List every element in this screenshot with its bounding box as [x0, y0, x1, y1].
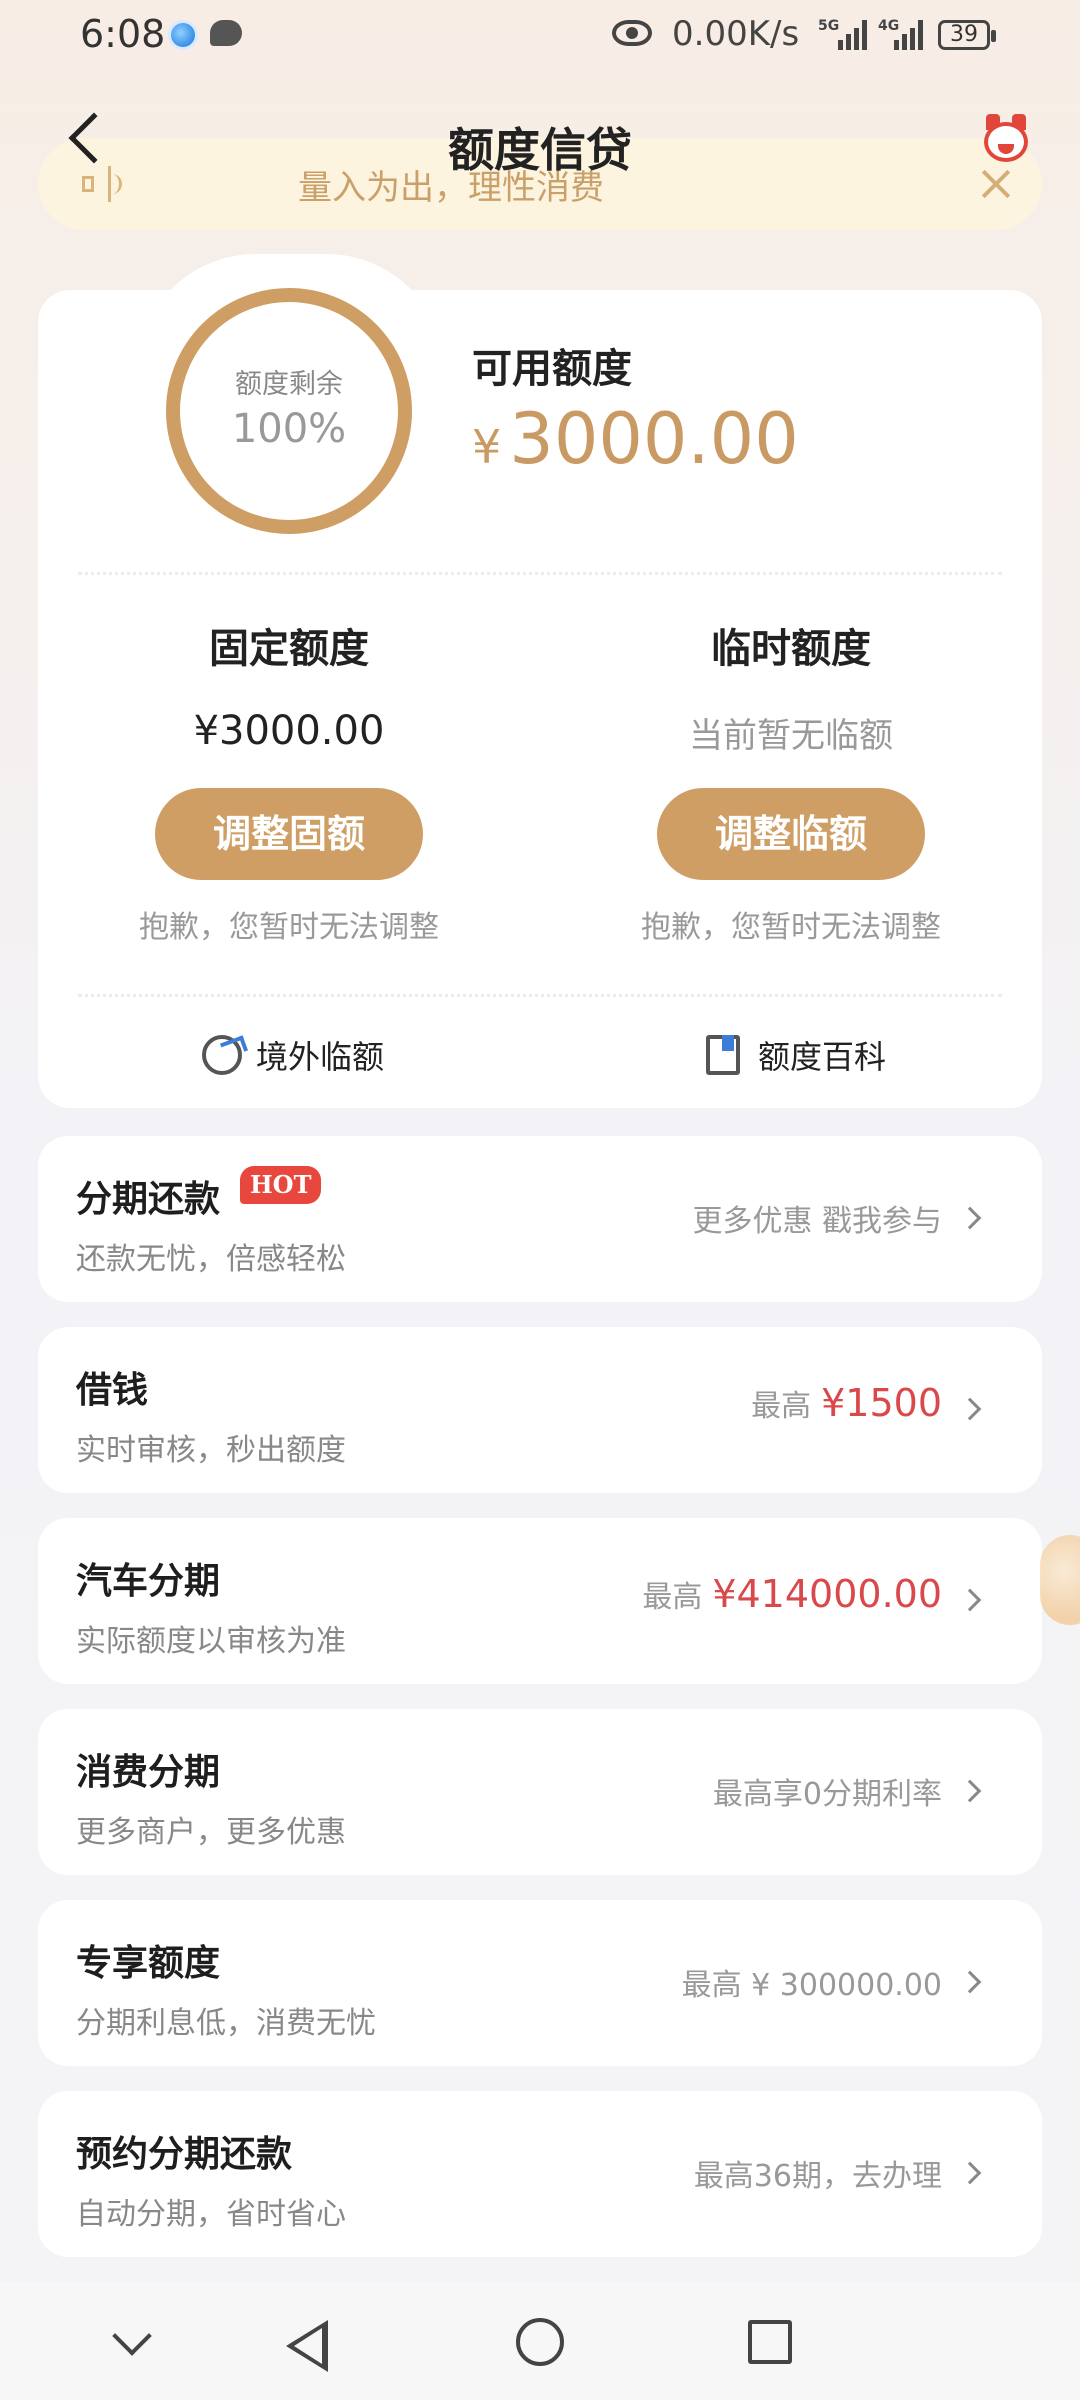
item-title: 预约分期还款 [76, 2134, 293, 2175]
book-icon [706, 1035, 740, 1075]
item-subtitle: 实时审核，秒出额度 [76, 1433, 346, 1468]
item-title: 汽车分期 [76, 1561, 221, 1602]
collapse-icon[interactable] [112, 2316, 152, 2356]
item-subtitle: 更多商户，更多优惠 [76, 1815, 346, 1850]
header: 额度信贷 [0, 100, 1080, 190]
adjust-temp-button[interactable]: 调整临额 [657, 788, 925, 880]
overseas-limit-label: 境外临额 [256, 1038, 385, 1076]
overseas-limit-link[interactable]: 境外临额 [202, 1030, 384, 1080]
chevron-right-icon [958, 2161, 982, 2185]
list-item-scheduled-installment[interactable]: 预约分期还款 自动分期，省时省心 最高36期，去办理 [38, 2091, 1042, 2257]
message-icon [210, 20, 242, 46]
temp-limit-value: 当前暂无临额 [689, 716, 893, 756]
list-item-exclusive-limit[interactable]: 专享额度 分期利息低，消费无忧 最高 ¥ 300000.00 [38, 1900, 1042, 2066]
item-promo: 更多优惠 戳我参与 [692, 1204, 942, 1239]
chevron-right-icon [958, 1970, 982, 1994]
battery-icon: 39 [938, 20, 996, 50]
credit-card: 额度剩余 100% 可用额度 ¥3000.00 固定额度 ¥3000.00 调整… [38, 288, 1042, 1108]
available-label: 可用额度 [472, 346, 632, 392]
item-promo: 最高 ¥414000.00 [642, 1572, 942, 1616]
list-item-car-loan[interactable]: 汽车分期 实际额度以审核为准 最高 ¥414000.00 [38, 1518, 1042, 1684]
hot-badge: HOT [240, 1166, 322, 1204]
signal-icon-2 [890, 18, 926, 50]
divider [78, 994, 1002, 997]
eye-icon [612, 20, 652, 46]
available-amount: ¥3000.00 [472, 398, 799, 480]
coin-decoration [1040, 1535, 1080, 1625]
item-title: 消费分期 [76, 1752, 221, 1793]
fixed-limit-note: 抱歉，您暂时无法调整 [139, 910, 439, 945]
divider [78, 572, 1002, 575]
item-title: 分期还款 [76, 1179, 221, 1220]
fixed-limit-value: ¥3000.00 [193, 708, 385, 754]
signal-icon [834, 18, 870, 50]
system-nav-bar [0, 2282, 1080, 2400]
mascot-icon[interactable] [978, 114, 1034, 164]
list-item-installment-repay[interactable]: 分期还款 HOT 还款无忧，倍感轻松 更多优惠 戳我参与 [38, 1136, 1042, 1302]
item-promo-prefix: 最高 [642, 1580, 703, 1615]
status-time: 6:08 [80, 12, 166, 56]
page-title: 额度信贷 [448, 123, 632, 177]
nav-back-icon[interactable] [286, 2320, 328, 2372]
temp-limit-title: 临时额度 [711, 626, 871, 672]
temp-limit-note: 抱歉，您暂时无法调整 [641, 910, 941, 945]
limit-wiki-label: 额度百科 [758, 1038, 887, 1076]
item-promo: 最高享0分期利率 [712, 1777, 942, 1812]
nav-recents-icon[interactable] [748, 2320, 792, 2364]
item-promo: 最高 ¥1500 [751, 1381, 942, 1425]
screen: 6:08 0.00K/s 5G 4G 39 量入为出，理性消费 额度信贷 额度剩… [0, 0, 1080, 2400]
chevron-right-icon [958, 1588, 982, 1612]
item-subtitle: 分期利息低，消费无忧 [76, 2006, 376, 2041]
item-title: 借钱 [76, 1370, 149, 1411]
item-subtitle: 还款无忧，倍感轻松 [76, 1242, 346, 1277]
ring-value: 100% [231, 406, 347, 452]
item-promo: 最高36期，去办理 [693, 2159, 942, 2194]
item-promo-value: ¥414000.00 [712, 1572, 942, 1616]
item-subtitle: 自动分期，省时省心 [76, 2197, 346, 2232]
browser-icon [168, 20, 198, 50]
plane-icon [202, 1035, 242, 1075]
item-promo: 最高 ¥ 300000.00 [681, 1968, 942, 2003]
fixed-limit-title: 固定额度 [209, 626, 369, 672]
item-promo-prefix: 最高 [751, 1389, 812, 1424]
nav-home-icon[interactable] [516, 2318, 564, 2366]
ring-label: 额度剩余 [235, 369, 343, 400]
chevron-right-icon [958, 1779, 982, 1803]
fixed-limit-section: 固定额度 ¥3000.00 调整固额 抱歉，您暂时无法调整 [38, 616, 540, 946]
temp-limit-section: 临时额度 当前暂无临额 调整临额 抱歉，您暂时无法调整 [540, 616, 1042, 946]
available-value: 3000.00 [509, 398, 799, 480]
chevron-right-icon [958, 1397, 982, 1421]
item-subtitle: 实际额度以审核为准 [76, 1624, 346, 1659]
limit-wiki-link[interactable]: 额度百科 [706, 1030, 886, 1080]
list-item-borrow[interactable]: 借钱 实时审核，秒出额度 最高 ¥1500 [38, 1327, 1042, 1493]
adjust-fixed-button[interactable]: 调整固额 [155, 788, 423, 880]
network-speed: 0.00K/s [672, 14, 800, 54]
status-bar: 6:08 0.00K/s 5G 4G 39 [0, 0, 1080, 72]
item-promo-value: ¥1500 [821, 1381, 942, 1425]
item-title: 专享额度 [76, 1943, 221, 1984]
list-item-consumer-installment[interactable]: 消费分期 更多商户，更多优惠 最高享0分期利率 [38, 1709, 1042, 1875]
currency-symbol: ¥ [472, 420, 502, 474]
chevron-right-icon [958, 1206, 982, 1230]
